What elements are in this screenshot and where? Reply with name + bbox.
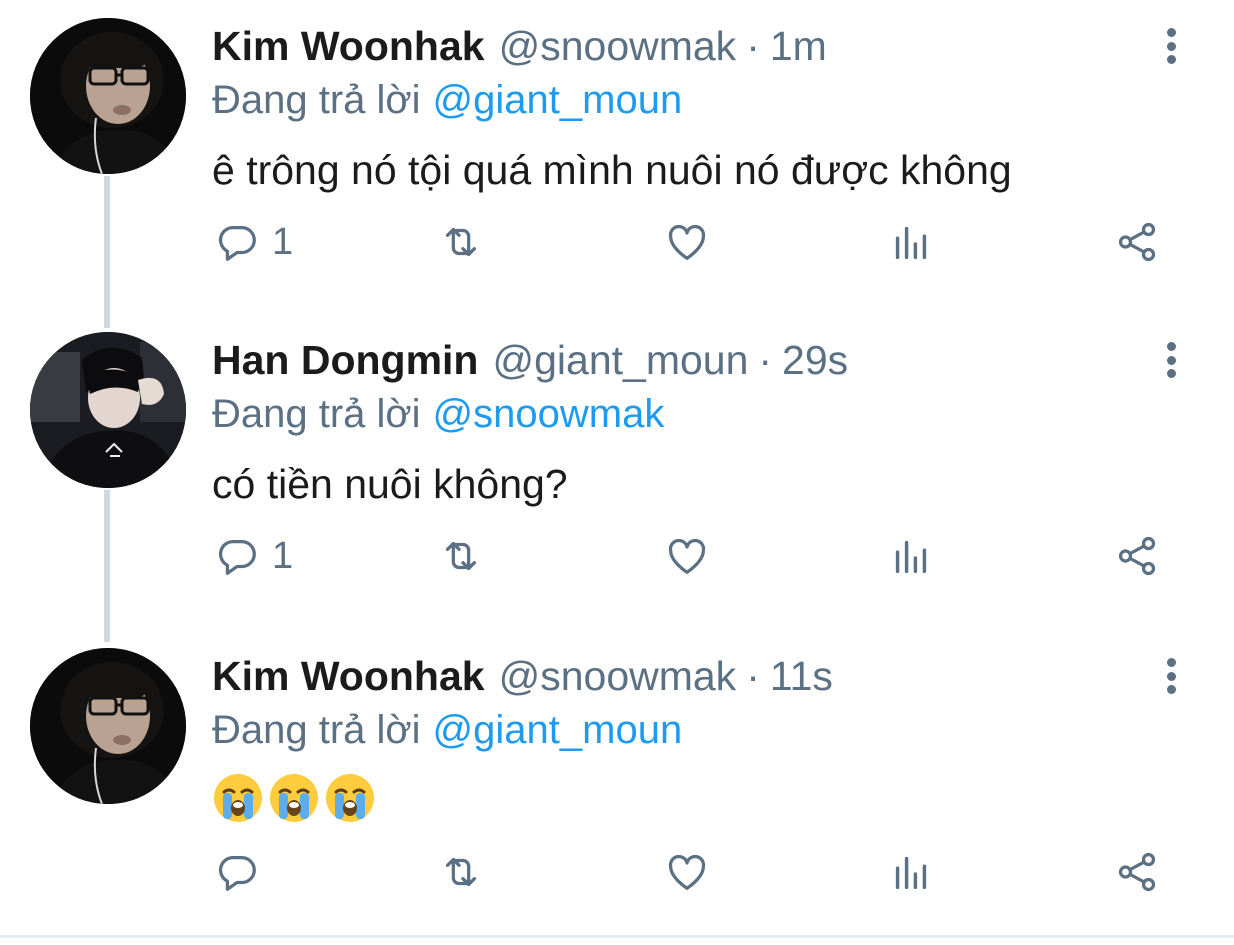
more-options-icon[interactable] bbox=[1156, 652, 1186, 700]
tweet-header: Han Dongmin @giant_moun · 29s bbox=[212, 334, 848, 386]
reply-icon bbox=[218, 225, 256, 261]
avatar-photo bbox=[30, 648, 186, 804]
tweet[interactable]: Kim Woonhak @snoowmak · 11s Đang trả lời… bbox=[0, 630, 1234, 945]
tweet-text: ê trông nó tội quá mình nuôi nó được khô… bbox=[212, 147, 1012, 193]
retweet-button[interactable] bbox=[438, 212, 484, 272]
replying-to: Đang trả lời @giant_moun bbox=[212, 74, 682, 126]
reply-button[interactable]: 1 bbox=[214, 212, 293, 272]
retweet-icon bbox=[445, 227, 477, 257]
like-icon bbox=[668, 224, 706, 260]
share-button[interactable] bbox=[1114, 212, 1160, 272]
separator: · bbox=[746, 653, 760, 699]
retweet-button[interactable] bbox=[438, 526, 484, 586]
tweet-emoji-content bbox=[212, 772, 376, 824]
retweet-button[interactable] bbox=[438, 842, 484, 902]
reply-icon bbox=[218, 539, 256, 575]
like-button[interactable] bbox=[664, 526, 710, 586]
loudly-crying-face-emoji bbox=[214, 774, 262, 822]
like-icon bbox=[668, 854, 706, 890]
retweet-icon bbox=[445, 857, 477, 887]
reply-count: 1 bbox=[272, 220, 294, 263]
tweet-text: có tiền nuôi không? bbox=[212, 461, 568, 507]
like-icon bbox=[668, 538, 706, 574]
avatar-photo bbox=[30, 332, 186, 488]
tweet[interactable]: Kim Woonhak @snoowmak · 1m Đang trả lời @… bbox=[0, 0, 1234, 315]
analytics-icon bbox=[895, 856, 927, 890]
loudly-crying-face-emoji bbox=[270, 774, 318, 822]
replying-label: Đang trả lời bbox=[212, 708, 421, 752]
author-name[interactable]: Kim Woonhak bbox=[212, 20, 485, 72]
timestamp[interactable]: 29s bbox=[782, 334, 848, 386]
timestamp[interactable]: 11s bbox=[770, 650, 833, 702]
share-icon bbox=[1118, 222, 1156, 262]
tweet-actions: 1 bbox=[0, 526, 1234, 586]
analytics-icon bbox=[895, 540, 927, 574]
replying-to: Đang trả lời @snoowmak bbox=[212, 388, 664, 440]
like-button[interactable] bbox=[664, 842, 710, 902]
separator: · bbox=[746, 23, 760, 69]
reply-icon bbox=[218, 855, 256, 891]
author-name[interactable]: Han Dongmin bbox=[212, 334, 478, 386]
share-icon bbox=[1118, 536, 1156, 576]
avatar[interactable] bbox=[30, 648, 186, 804]
reply-button[interactable]: 1 bbox=[214, 526, 293, 586]
replying-to: Đang trả lời @giant_moun bbox=[212, 704, 682, 756]
tweet-actions bbox=[0, 842, 1234, 902]
avatar[interactable] bbox=[30, 332, 186, 488]
analytics-button[interactable] bbox=[888, 526, 934, 586]
reply-mention-link[interactable]: @giant_moun bbox=[433, 708, 683, 752]
more-options-icon[interactable] bbox=[1156, 22, 1186, 70]
separator: · bbox=[758, 337, 773, 383]
analytics-button[interactable] bbox=[888, 842, 934, 902]
reply-mention-link[interactable]: @snoowmak bbox=[433, 392, 665, 436]
reply-mention-link[interactable]: @giant_moun bbox=[433, 78, 683, 122]
avatar[interactable] bbox=[30, 18, 186, 174]
replying-label: Đang trả lời bbox=[212, 392, 421, 436]
reply-button[interactable] bbox=[214, 842, 272, 902]
tweet[interactable]: Han Dongmin @giant_moun · 29s Đang trả l… bbox=[0, 314, 1234, 629]
author-handle[interactable]: @snoowmak bbox=[499, 650, 737, 702]
tweet-actions: 1 bbox=[0, 212, 1234, 272]
analytics-icon bbox=[895, 226, 927, 260]
replying-label: Đang trả lời bbox=[212, 78, 421, 122]
author-handle[interactable]: @giant_moun bbox=[492, 334, 748, 386]
share-button[interactable] bbox=[1114, 526, 1160, 586]
more-options-icon[interactable] bbox=[1156, 336, 1186, 384]
tweet-header: Kim Woonhak @snoowmak · 1m bbox=[212, 20, 827, 72]
like-button[interactable] bbox=[664, 212, 710, 272]
retweet-icon bbox=[445, 541, 477, 571]
timestamp[interactable]: 1m bbox=[770, 20, 827, 72]
analytics-button[interactable] bbox=[888, 212, 934, 272]
author-handle[interactable]: @snoowmak bbox=[499, 20, 737, 72]
reply-count: 1 bbox=[272, 534, 294, 577]
tweet-header: Kim Woonhak @snoowmak · 11s bbox=[212, 650, 833, 702]
share-button[interactable] bbox=[1114, 842, 1160, 902]
share-icon bbox=[1118, 852, 1156, 892]
avatar-photo bbox=[30, 18, 186, 174]
author-name[interactable]: Kim Woonhak bbox=[212, 650, 485, 702]
loudly-crying-face-emoji bbox=[326, 774, 374, 822]
